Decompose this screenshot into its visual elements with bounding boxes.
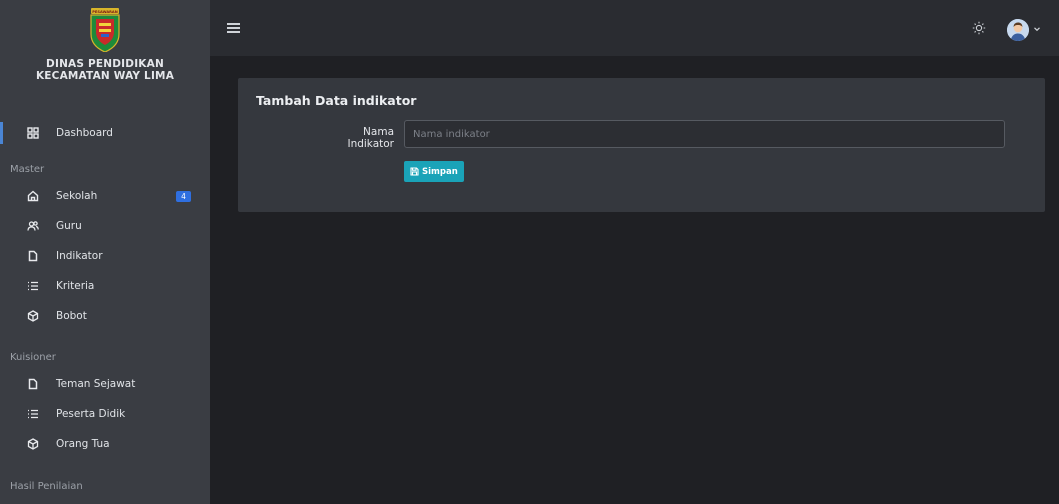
sidebar-item-label: Indikator bbox=[56, 250, 103, 262]
home-icon bbox=[27, 190, 39, 202]
dashboard-grid-icon bbox=[27, 127, 39, 139]
brand-name: DINAS PENDIDIKAN KECAMATAN WAY LIMA bbox=[36, 58, 174, 82]
brand-line-2: KECAMATAN WAY LIMA bbox=[35, 70, 175, 82]
chevron-down-icon[interactable] bbox=[1033, 25, 1041, 33]
sidebar-section-master: Master bbox=[10, 164, 45, 175]
sidebar-item-label: Orang Tua bbox=[56, 438, 110, 450]
sidebar-section-kuisioner: Kuisioner bbox=[10, 352, 56, 363]
sidebar-item-dashboard[interactable]: Dashboard bbox=[0, 118, 210, 148]
sidebar-section-hasil-penilaian: Hasil Penilaian bbox=[10, 481, 83, 492]
sidebar: PESAWARAN DINAS PENDIDIKAN KECAMATAN WAY… bbox=[0, 0, 210, 504]
file-icon bbox=[27, 378, 39, 390]
topbar bbox=[210, 0, 1059, 56]
sun-icon[interactable] bbox=[972, 21, 986, 35]
svg-text:PESAWARAN: PESAWARAN bbox=[92, 10, 117, 14]
sidebar-item-orang-tua[interactable]: Orang Tua bbox=[0, 429, 210, 459]
hamburger-icon[interactable] bbox=[227, 23, 240, 33]
sidebar-item-label: Kriteria bbox=[56, 280, 95, 292]
sidebar-item-bobot[interactable]: Bobot bbox=[0, 301, 210, 331]
sidebar-item-label: Teman Sejawat bbox=[56, 378, 136, 390]
nama-indikator-label: Nama Indikator bbox=[347, 126, 394, 150]
brand-line-1: DINAS PENDIDIKAN bbox=[46, 58, 164, 70]
sidebar-item-label: Dashboard bbox=[56, 127, 113, 139]
file-icon bbox=[27, 250, 39, 262]
sidebar-item-guru[interactable]: Guru bbox=[0, 211, 210, 241]
sidebar-item-kriteria[interactable]: Kriteria bbox=[0, 271, 210, 301]
count-badge: 4 bbox=[176, 190, 191, 202]
save-button-label: Simpan bbox=[422, 166, 458, 177]
list-icon bbox=[27, 280, 39, 292]
box-icon bbox=[27, 438, 39, 450]
sidebar-item-label: Sekolah bbox=[56, 190, 98, 202]
sidebar-item-peserta-didik[interactable]: Peserta Didik bbox=[0, 399, 210, 429]
brand[interactable]: PESAWARAN DINAS PENDIDIKAN KECAMATAN WAY… bbox=[0, 0, 210, 108]
user-avatar[interactable] bbox=[1007, 19, 1029, 41]
sidebar-item-label: Peserta Didik bbox=[56, 408, 126, 420]
sidebar-item-teman-sejawat[interactable]: Teman Sejawat bbox=[0, 369, 210, 399]
list-icon bbox=[27, 408, 39, 420]
sidebar-item-label: Bobot bbox=[56, 310, 87, 322]
users-icon bbox=[27, 220, 39, 232]
sidebar-item-label: Guru bbox=[56, 220, 82, 232]
sidebar-item-indikator[interactable]: Indikator bbox=[0, 241, 210, 271]
save-button[interactable]: Simpan bbox=[404, 161, 464, 182]
sidebar-item-sekolah[interactable]: Sekolah 4 bbox=[0, 181, 210, 211]
box-icon bbox=[27, 310, 39, 322]
page-title: Tambah Data indikator bbox=[256, 93, 417, 108]
save-icon bbox=[410, 167, 419, 176]
nama-indikator-input[interactable] bbox=[404, 120, 1005, 148]
pesawaran-logo: PESAWARAN bbox=[90, 8, 120, 52]
add-indicator-form-card: Tambah Data indikator Nama Indikator Sim… bbox=[238, 78, 1045, 212]
